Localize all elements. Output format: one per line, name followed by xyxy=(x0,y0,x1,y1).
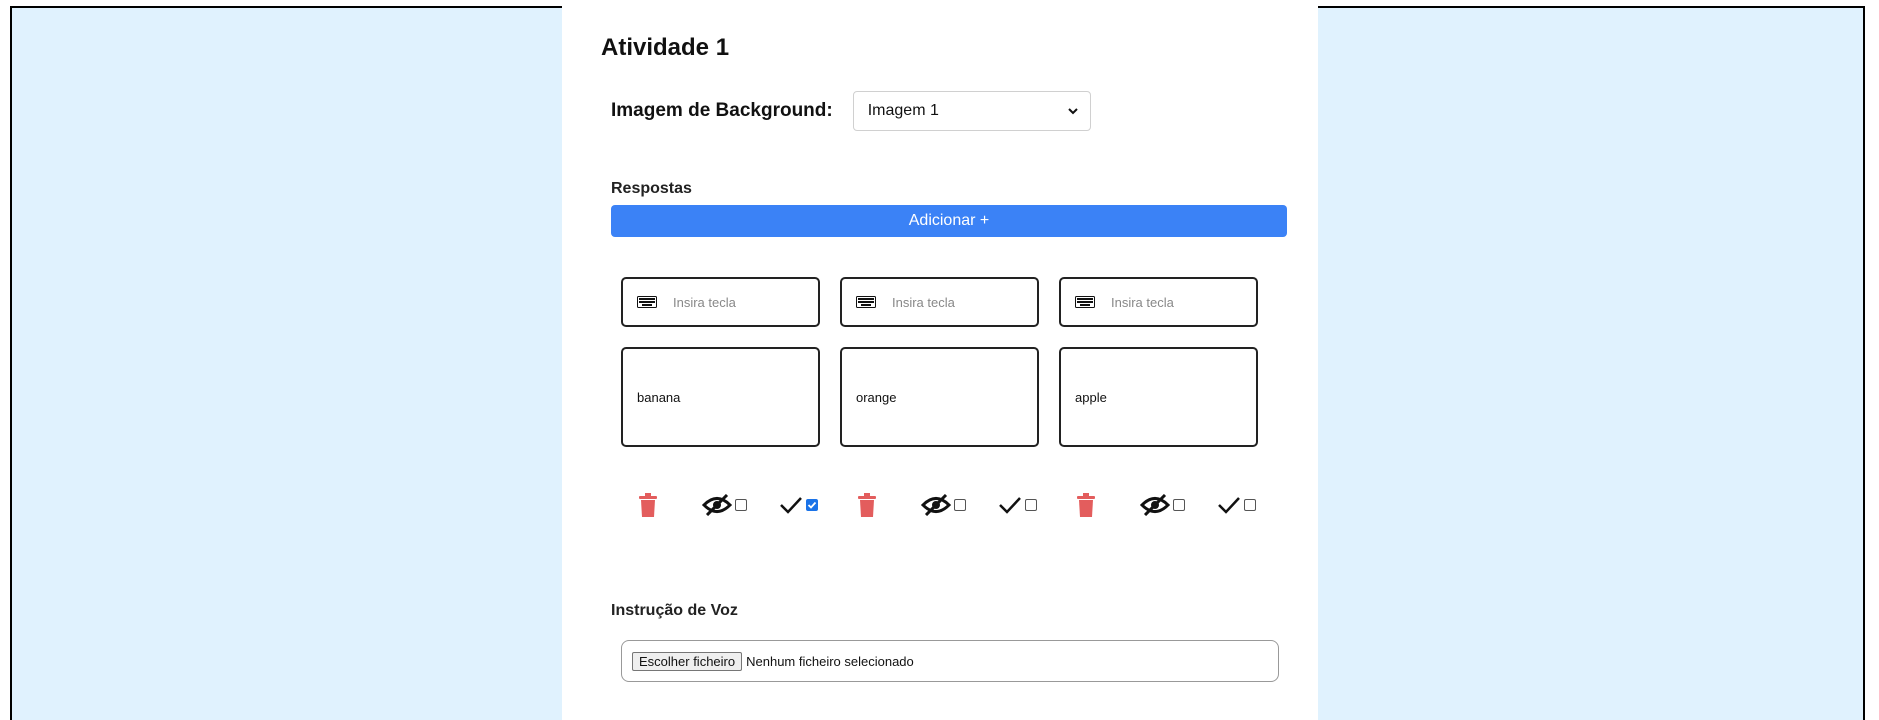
correct-checkbox-3[interactable] xyxy=(1244,499,1256,511)
voice-file-input: Escolher ficheiro Nenhum ficheiro seleci… xyxy=(621,640,1279,682)
answer-word-1[interactable]: banana xyxy=(621,347,820,447)
key-input-3[interactable]: Insira tecla xyxy=(1059,277,1258,327)
key-input-2[interactable]: Insira tecla xyxy=(840,277,1039,327)
answer-word-2[interactable]: orange xyxy=(840,347,1039,447)
hide-checkbox-1[interactable] xyxy=(735,499,747,511)
key-input-placeholder: Insira tecla xyxy=(673,294,736,310)
file-status: Nenhum ficheiro selecionado xyxy=(746,653,914,669)
eye-slash-icon xyxy=(1140,494,1170,516)
activity-panel: Atividade 1 Imagem de Background: Imagem… xyxy=(562,6,1318,720)
hide-checkbox-2[interactable] xyxy=(954,499,966,511)
hide-checkbox-3[interactable] xyxy=(1173,499,1185,511)
keyboard-icon xyxy=(1075,296,1095,308)
keyboard-icon xyxy=(637,296,657,308)
checkmark-icon xyxy=(780,497,802,514)
background-image-row: Imagem de Background: Imagem 1 xyxy=(611,91,1091,131)
answer-controls-1 xyxy=(638,493,818,517)
background-image-label: Imagem de Background: xyxy=(611,100,833,121)
trash-icon[interactable] xyxy=(857,493,877,517)
keyboard-icon xyxy=(856,296,876,308)
correct-checkbox-1[interactable] xyxy=(806,499,818,511)
background-image-selected: Imagem 1 xyxy=(867,102,939,119)
voice-instruction-label: Instrução de Voz xyxy=(611,602,738,619)
background-image-select[interactable]: Imagem 1 xyxy=(852,91,1091,131)
trash-icon[interactable] xyxy=(1076,493,1096,517)
eye-slash-icon xyxy=(702,494,732,516)
chevron-down-icon xyxy=(1068,108,1078,115)
add-answer-button[interactable]: Adicionar + xyxy=(611,205,1287,237)
key-input-placeholder: Insira tecla xyxy=(892,294,955,310)
key-input-placeholder: Insira tecla xyxy=(1111,294,1174,310)
checkmark-icon xyxy=(999,497,1021,514)
answers-label: Respostas xyxy=(611,180,692,197)
key-input-1[interactable]: Insira tecla xyxy=(621,277,820,327)
answer-controls-3 xyxy=(1076,493,1256,517)
page-title: Atividade 1 xyxy=(601,34,730,61)
eye-slash-icon xyxy=(921,494,951,516)
trash-icon[interactable] xyxy=(638,493,658,517)
checkmark-icon xyxy=(1218,497,1240,514)
correct-checkbox-2[interactable] xyxy=(1025,499,1037,511)
choose-file-button[interactable]: Escolher ficheiro xyxy=(632,651,743,671)
answer-controls-2 xyxy=(857,493,1037,517)
answer-word-3[interactable]: apple xyxy=(1059,347,1258,447)
